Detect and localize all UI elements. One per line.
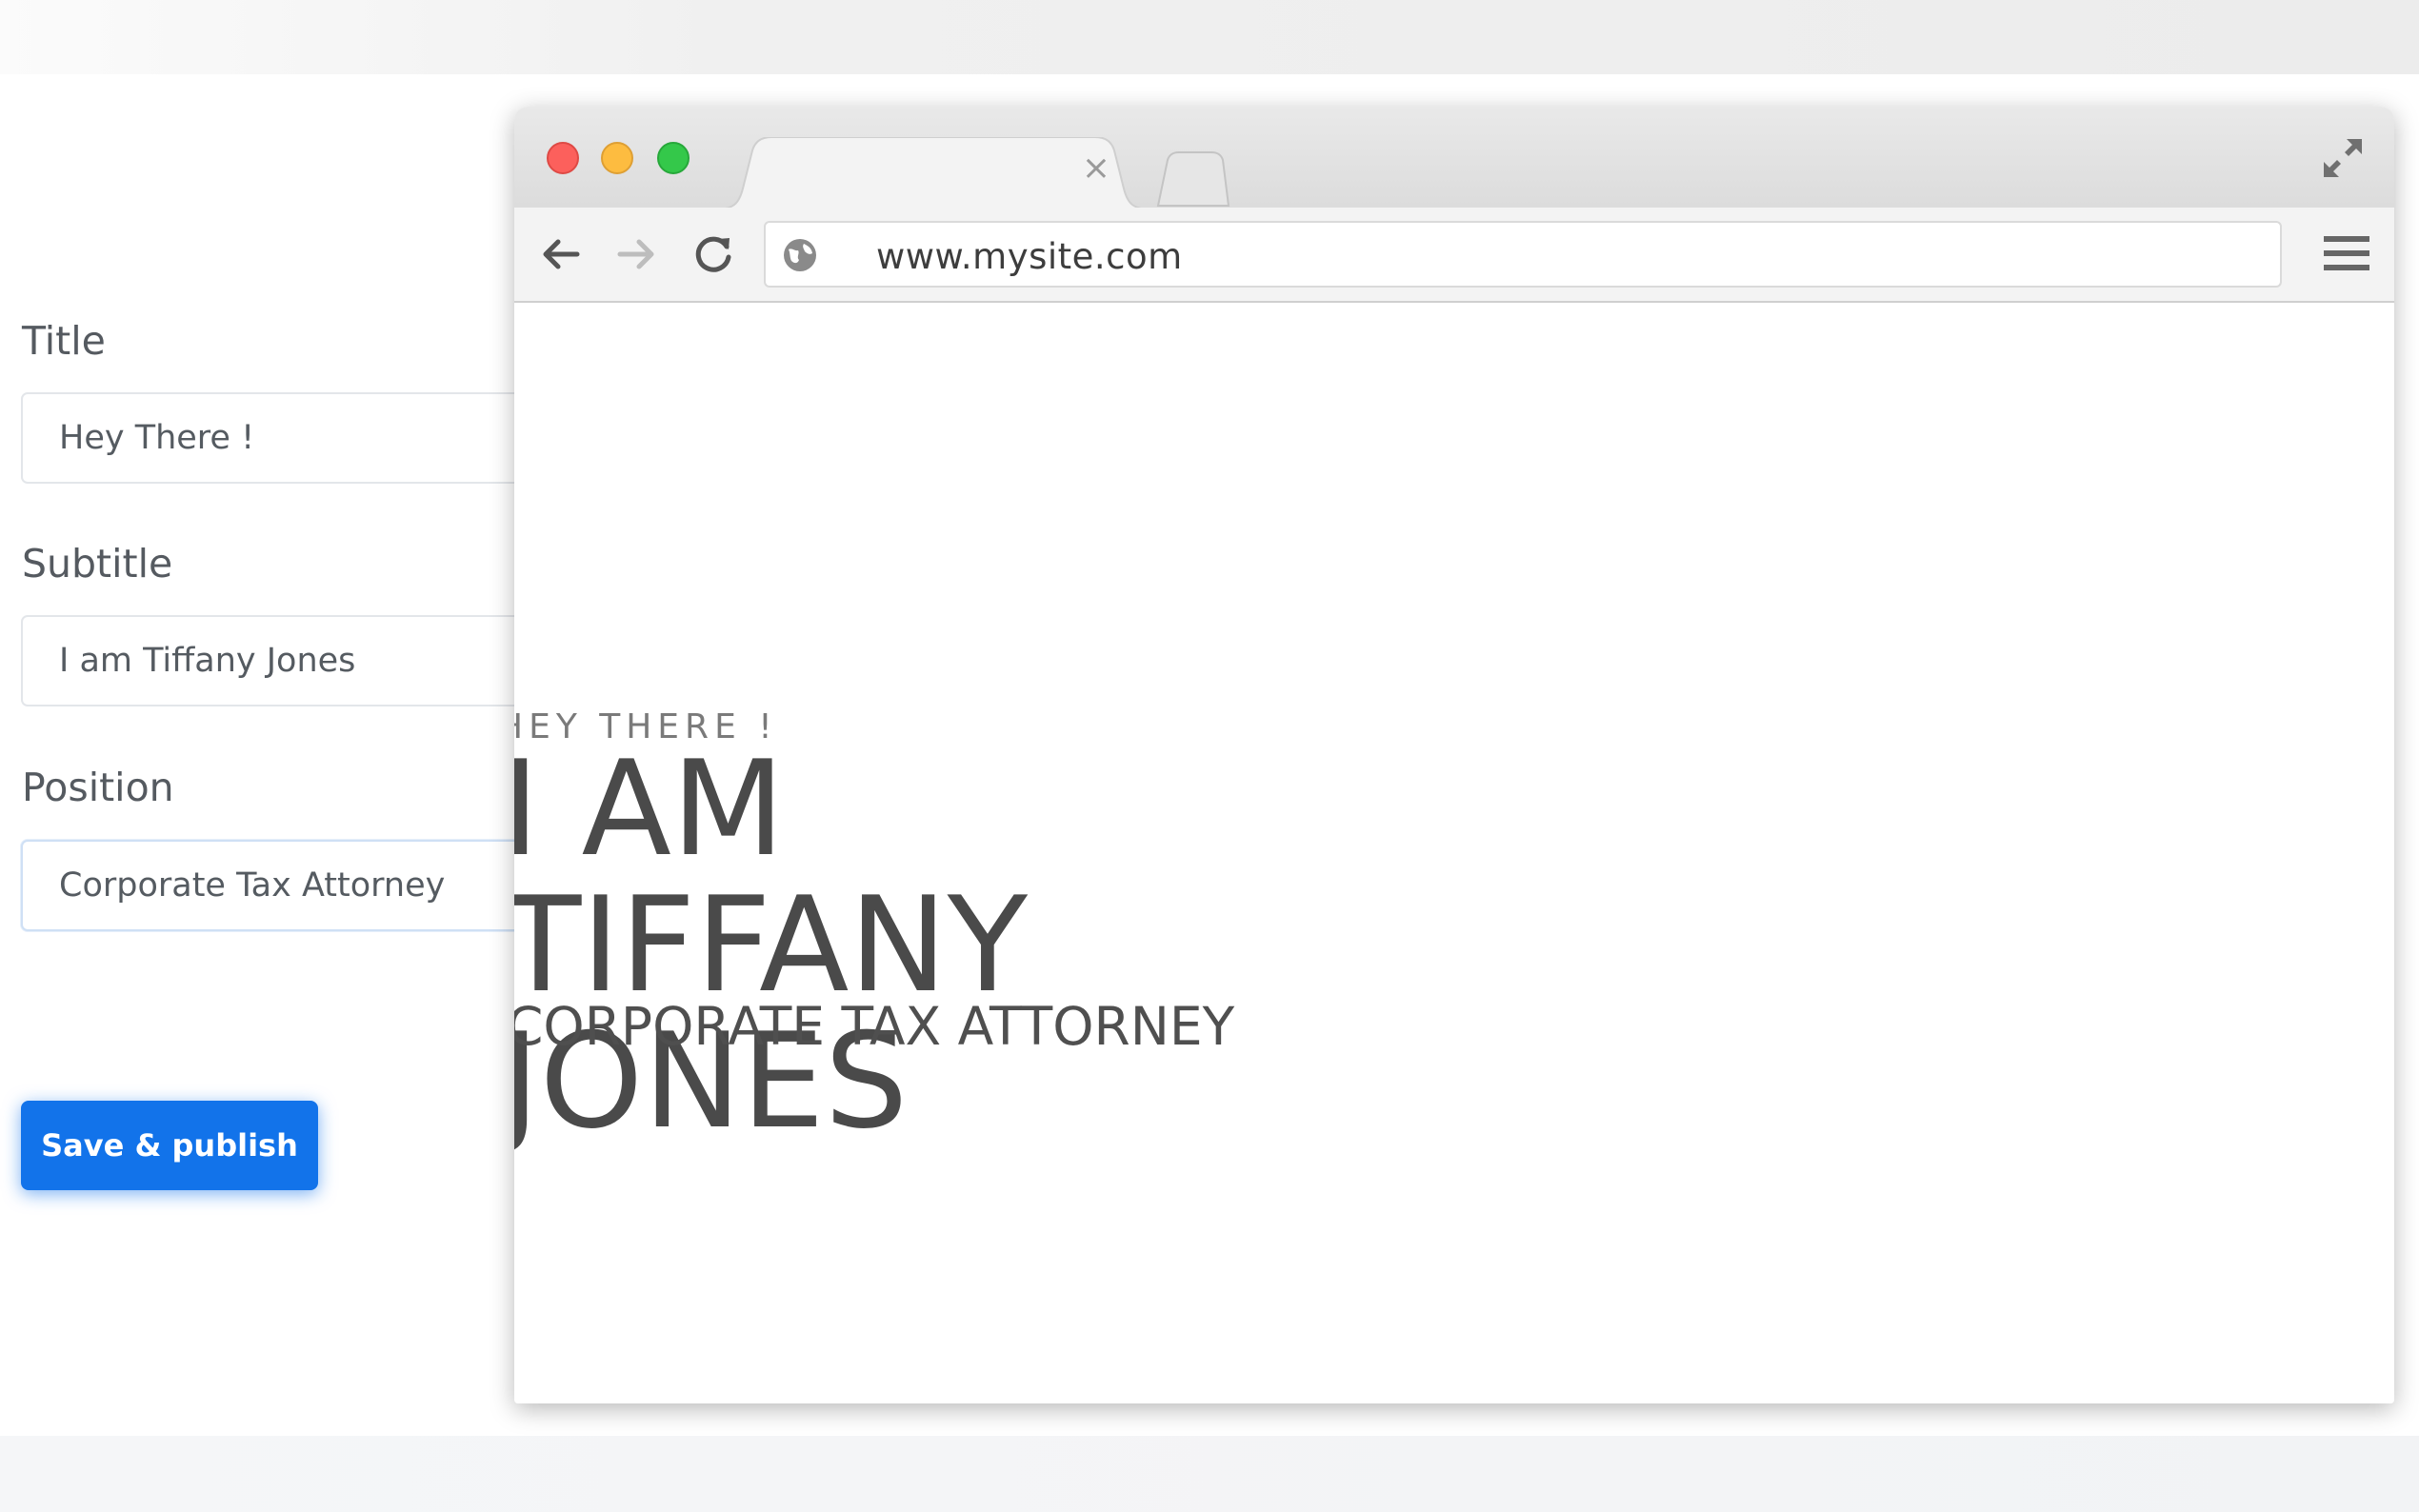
- title-input[interactable]: [21, 392, 554, 484]
- position-input[interactable]: [21, 840, 554, 931]
- back-icon[interactable]: [535, 229, 587, 280]
- editor-form: Title Subtitle Position Save & publish: [0, 0, 554, 1238]
- hero-title: I AM TIFFANY JONES: [514, 732, 1029, 1158]
- address-bar[interactable]: www.mysite.com: [764, 221, 2282, 288]
- browser-titlebar: ×: [514, 107, 2394, 209]
- fullscreen-icon[interactable]: [2320, 135, 2366, 181]
- browser-window: × www.mysite.com HEY THERE ! I AM TIFFAN…: [514, 107, 2394, 1403]
- page-preview: HEY THERE ! I AM TIFFANY JONES CORPORATE…: [514, 303, 2394, 1403]
- browser-tab[interactable]: ×: [714, 137, 1152, 209]
- tab-close-icon[interactable]: ×: [1082, 149, 1110, 188]
- save-publish-button[interactable]: Save & publish: [21, 1101, 318, 1190]
- title-label: Title: [22, 318, 106, 364]
- forward-icon[interactable]: [610, 229, 662, 280]
- new-tab-button[interactable]: [1154, 150, 1230, 208]
- menu-icon[interactable]: [2322, 230, 2371, 276]
- maximize-window-icon[interactable]: [657, 142, 690, 174]
- url-text[interactable]: www.mysite.com: [876, 236, 1183, 277]
- browser-toolbar: www.mysite.com: [514, 208, 2394, 303]
- subtitle-input[interactable]: [21, 615, 554, 706]
- subtitle-label: Subtitle: [22, 541, 173, 587]
- position-label: Position: [22, 765, 174, 810]
- hero-position: CORPORATE TAX ATTORNEY: [514, 996, 1235, 1057]
- close-window-icon[interactable]: [547, 142, 579, 174]
- minimize-window-icon[interactable]: [601, 142, 633, 174]
- bottom-background-band: [0, 1436, 2419, 1512]
- globe-icon: [784, 239, 816, 271]
- reload-icon[interactable]: [688, 229, 739, 280]
